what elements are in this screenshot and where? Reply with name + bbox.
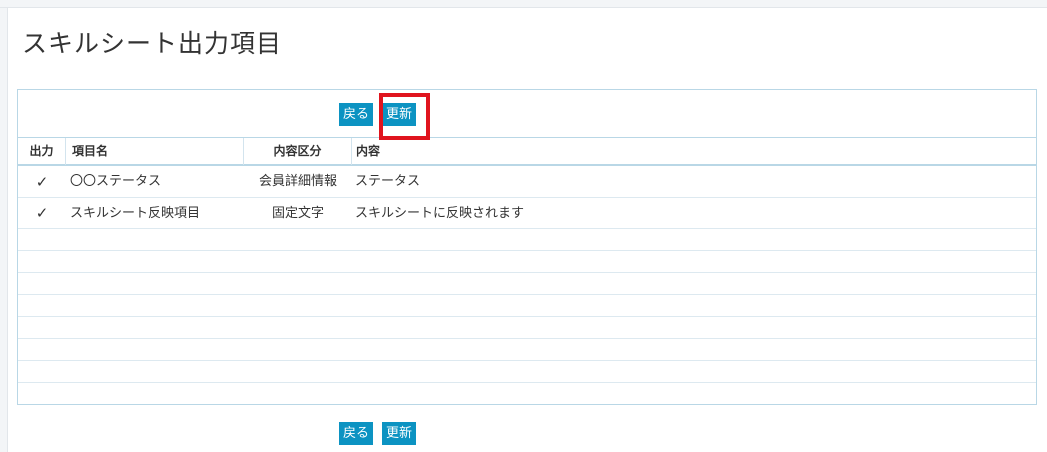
empty-row bbox=[18, 383, 1036, 404]
skill-sheet-items-panel: 戻る 更新 出力 項目名 内容区分 内容 ✓ 〇〇ステータス 会員詳細情報 ステ… bbox=[17, 89, 1037, 405]
category-cell: 会員詳細情報 bbox=[258, 174, 337, 189]
content-cell: スキルシートに反映されます bbox=[355, 206, 525, 221]
empty-row bbox=[18, 251, 1036, 273]
category-cell: 固定文字 bbox=[271, 206, 324, 221]
empty-row bbox=[18, 317, 1036, 339]
page-title: スキルシート出力項目 bbox=[22, 29, 283, 58]
header-item-name: 項目名 bbox=[66, 138, 244, 165]
table-row[interactable]: ✓ スキルシート反映項目 固定文字 スキルシートに反映されます bbox=[18, 198, 1036, 229]
update-button-top[interactable]: 更新 bbox=[382, 103, 417, 126]
empty-row bbox=[18, 339, 1036, 361]
update-button-bottom[interactable]: 更新 bbox=[382, 422, 417, 445]
header-content: 内容 bbox=[356, 144, 381, 158]
table-header: 出力 項目名 内容区分 内容 bbox=[18, 137, 1036, 166]
table-row[interactable]: ✓ 〇〇ステータス 会員詳細情報 ステータス bbox=[18, 166, 1036, 198]
empty-row bbox=[18, 295, 1036, 317]
item-name-cell: 〇〇ステータス bbox=[70, 174, 162, 189]
window-top-edge bbox=[0, 0, 1047, 8]
back-button-bottom[interactable]: 戻る bbox=[339, 422, 374, 445]
item-name-cell: スキルシート反映項目 bbox=[70, 206, 201, 221]
window-left-edge bbox=[0, 8, 8, 452]
output-check-icon: ✓ bbox=[35, 204, 49, 222]
header-output: 出力 bbox=[18, 138, 66, 165]
output-check-icon: ✓ bbox=[35, 173, 49, 191]
content-cell: ステータス bbox=[355, 174, 421, 189]
back-button-top[interactable]: 戻る bbox=[339, 103, 374, 126]
empty-row bbox=[18, 273, 1036, 295]
header-category: 内容区分 bbox=[244, 138, 352, 165]
empty-row bbox=[18, 229, 1036, 251]
empty-row bbox=[18, 361, 1036, 383]
